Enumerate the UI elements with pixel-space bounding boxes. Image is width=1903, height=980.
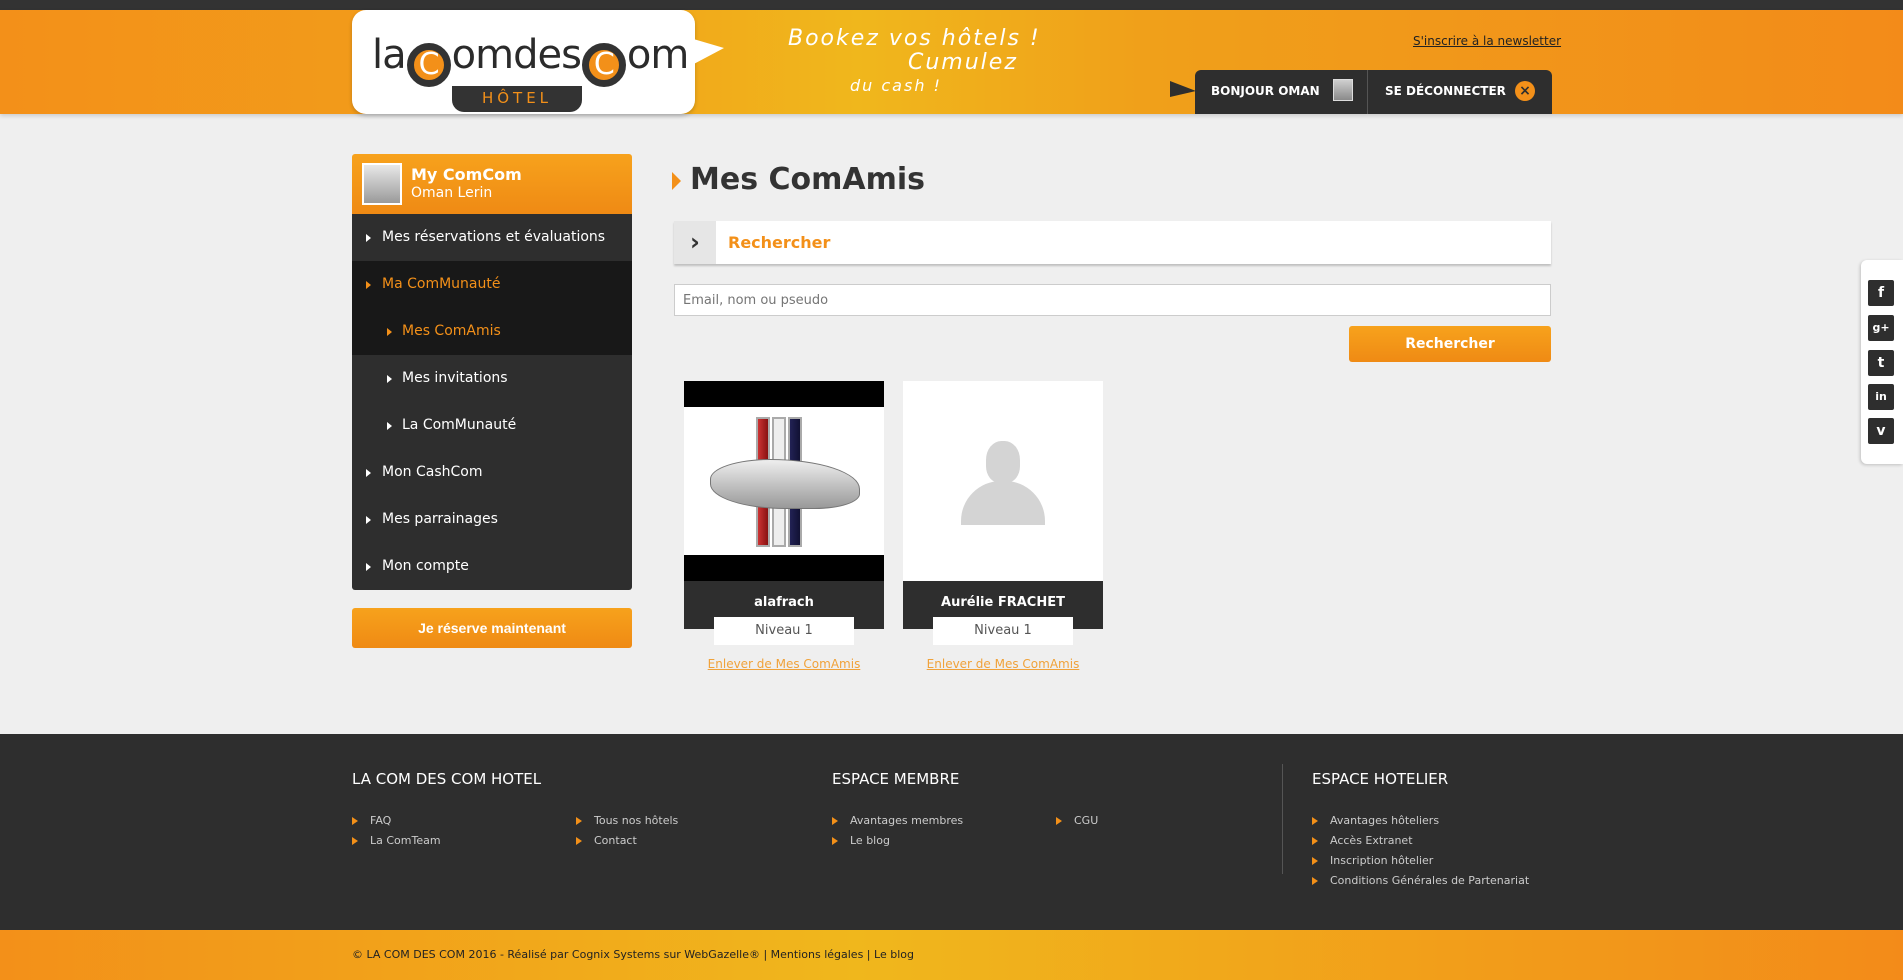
sidebar-item-cashcom[interactable]: Mon CashCom — [352, 449, 632, 496]
footer-title-espace-hotelier: ESPACE HOTELIER — [1312, 770, 1449, 788]
sidebar-header: My ComCom Oman Lerin — [352, 154, 632, 214]
sidebar-menu: Mes réservations et évaluations Ma ComMu… — [352, 214, 632, 590]
logout-button[interactable]: SE DÉCONNECTER — [1385, 84, 1506, 98]
remove-friend-link[interactable]: Enlever de Mes ComAmis — [684, 657, 884, 671]
close-icon[interactable]: × — [1515, 81, 1535, 101]
slogan-line-2: Cumulez — [908, 50, 1018, 75]
title-arrow-icon — [672, 172, 681, 190]
footer-link-comteam[interactable]: La ComTeam — [352, 834, 441, 847]
copyright-bar: © LA COM DES COM 2016 - Réalisé par Cogn… — [0, 930, 1903, 980]
viadeo-icon[interactable]: v — [1868, 418, 1894, 444]
user-bar: BONJOUR OMAN SE DÉCONNECTER × — [1195, 70, 1552, 114]
copyright-text: © LA COM DES COM 2016 - Réalisé par Cogn… — [352, 948, 914, 961]
footer-link-avantages-membres[interactable]: Avantages membres — [832, 814, 963, 827]
remove-friend-link[interactable]: Enlever de Mes ComAmis — [903, 657, 1103, 671]
friend-card: Aurélie FRACHET Niveau 1 Enlever de Mes … — [903, 381, 1103, 671]
friend-photo[interactable] — [684, 381, 884, 581]
user-avatar-small[interactable] — [1333, 79, 1353, 101]
search-button[interactable]: Rechercher — [1349, 326, 1551, 362]
sidebar-item-invitations[interactable]: Mes invitations — [352, 355, 632, 402]
mustang-logo-icon — [710, 459, 860, 509]
footer-link-cgu[interactable]: CGU — [1056, 814, 1098, 827]
footer-link-hotels[interactable]: Tous nos hôtels — [576, 814, 678, 827]
friend-card: alafrach Niveau 1 Enlever de Mes ComAmis — [684, 381, 884, 671]
newsletter-link[interactable]: S'inscrire à la newsletter — [1413, 34, 1561, 48]
footer-title-espace-membre: ESPACE MEMBRE — [832, 770, 960, 788]
sidebar-item-ma-communaute[interactable]: Ma ComMunauté — [352, 261, 632, 308]
footer-link-avantages-hoteliers[interactable]: Avantages hôteliers — [1312, 814, 1439, 827]
footer: LA COM DES COM HOTEL FAQ La ComTeam Tous… — [0, 734, 1903, 930]
footer-link-extranet[interactable]: Accès Extranet — [1312, 834, 1413, 847]
divider — [1367, 70, 1368, 114]
friend-level: Niveau 1 — [933, 617, 1073, 645]
top-strip — [0, 0, 1903, 10]
reserve-now-button[interactable]: Je réserve maintenant — [352, 608, 632, 648]
footer-link-contact[interactable]: Contact — [576, 834, 637, 847]
footer-link-conditions[interactable]: Conditions Générales de Partenariat — [1312, 874, 1529, 887]
google-plus-icon[interactable]: g+ — [1868, 315, 1894, 341]
user-placeholder-body — [961, 481, 1045, 525]
page-title: Mes ComAmis — [690, 162, 926, 197]
userbar-tail — [1170, 81, 1196, 97]
social-bar: f g+ t in v — [1861, 260, 1903, 464]
footer-link-blog[interactable]: Le blog — [832, 834, 890, 847]
search-panel-title: Rechercher — [728, 233, 831, 252]
facebook-icon[interactable]: f — [1868, 280, 1894, 306]
sidebar-item-la-communaute[interactable]: La ComMunauté — [352, 402, 632, 449]
sidebar-item-parrainages[interactable]: Mes parrainages — [352, 496, 632, 543]
footer-link-faq[interactable]: FAQ — [352, 814, 391, 827]
footer-divider — [1282, 764, 1283, 874]
chevron-right-icon[interactable]: › — [674, 221, 716, 264]
slogan-line-3: du cash ! — [850, 76, 942, 95]
sidebar-item-compte[interactable]: Mon compte — [352, 543, 632, 590]
slogan-line-1: Bookez vos hôtels ! — [788, 26, 1041, 51]
footer-title-lacomdescom: LA COM DES COM HOTEL — [352, 770, 542, 788]
logo-wordmark: la Comdes Com — [372, 32, 689, 87]
search-input[interactable] — [674, 284, 1551, 316]
sidebar-title: My ComCom — [411, 165, 522, 184]
user-placeholder-icon — [986, 441, 1020, 483]
friend-level: Niveau 1 — [714, 617, 854, 645]
sidebar-item-reservations[interactable]: Mes réservations et évaluations — [352, 214, 632, 261]
friend-photo[interactable] — [903, 381, 1103, 581]
logo-hotel-label: HÔTEL — [452, 86, 582, 112]
footer-link-inscription[interactable]: Inscription hôtelier — [1312, 854, 1433, 867]
sidebar-username: Oman Lerin — [411, 185, 493, 201]
sidebar-item-mes-comamis[interactable]: Mes ComAmis — [352, 308, 632, 355]
avatar — [362, 163, 402, 205]
logo-bubble-tail — [690, 38, 724, 66]
twitter-icon[interactable]: t — [1868, 350, 1894, 376]
logo[interactable]: la Comdes Com HÔTEL — [352, 10, 695, 114]
linkedin-icon[interactable]: in — [1868, 384, 1894, 410]
search-panel[interactable]: › Rechercher — [674, 221, 1551, 264]
greeting: BONJOUR OMAN — [1211, 84, 1320, 98]
